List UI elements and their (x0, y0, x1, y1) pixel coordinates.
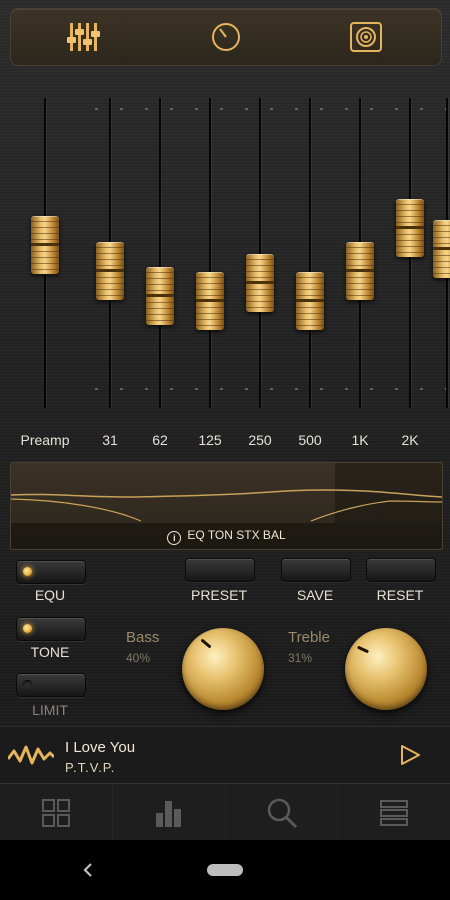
back-icon[interactable] (78, 860, 98, 880)
band-31[interactable] (85, 98, 135, 408)
band-500[interactable] (285, 98, 335, 408)
tone-led (23, 624, 32, 633)
reset-button[interactable] (366, 558, 436, 582)
slider-knob[interactable] (196, 272, 224, 330)
equalizer-app: Preamp 31 62 125 250 500 1K 2K i EQ TON S… (0, 0, 450, 841)
treble-knob-indicator (356, 645, 370, 654)
speaker-icon[interactable] (349, 21, 383, 53)
eq-curve-panel[interactable]: i EQ TON STX BAL (10, 462, 443, 550)
limit-label: LIMIT (32, 702, 68, 718)
bottom-tab-bar (0, 783, 450, 841)
slider-rail (209, 98, 211, 408)
grid-icon (42, 799, 70, 827)
equ-label: EQU (34, 587, 66, 603)
reset-label: RESET (376, 587, 424, 603)
tab-equalizer[interactable] (112, 784, 225, 841)
slider-knob[interactable] (96, 242, 124, 300)
preset-label: PRESET (190, 587, 247, 603)
limit-toggle-button[interactable] (16, 673, 86, 697)
slider-knob[interactable] (396, 199, 424, 257)
equ-toggle-button[interactable] (16, 560, 86, 584)
slider-rail (309, 98, 311, 408)
band-label-2k: 2K (401, 432, 419, 448)
limit-led (23, 680, 32, 689)
band-preamp[interactable] (20, 98, 70, 408)
treble-knob[interactable] (345, 628, 427, 710)
slider-knob[interactable] (31, 216, 59, 274)
bar-chart-icon (156, 801, 181, 827)
curve-info-text: EQ TON STX BAL (187, 528, 286, 542)
slider-rail (159, 98, 161, 408)
band-250[interactable] (235, 98, 285, 408)
band-125[interactable] (185, 98, 235, 408)
tone-toggle-button[interactable] (16, 617, 86, 641)
play-icon[interactable] (398, 743, 422, 767)
bass-knob[interactable] (182, 628, 264, 710)
tab-library[interactable] (0, 784, 112, 841)
info-icon: i (167, 531, 182, 545)
tab-search[interactable] (225, 784, 338, 841)
top-tab-bar (10, 8, 442, 66)
song-artist: P.T.V.P. (65, 760, 116, 775)
slider-knob[interactable] (346, 242, 374, 300)
eq-sliders: Preamp 31 62 125 250 500 1K 2K (0, 80, 450, 460)
equalizer-icon[interactable] (67, 21, 101, 53)
slider-knob[interactable] (146, 267, 174, 325)
preset-button[interactable] (185, 558, 255, 582)
band-1k[interactable] (335, 98, 385, 408)
slider-knob[interactable] (296, 272, 324, 330)
now-playing-bar[interactable]: I Love You P.T.V.P. (0, 726, 450, 783)
slider-knob[interactable] (433, 220, 450, 278)
band-label-preamp: Preamp (20, 432, 70, 448)
bass-knob-indicator (200, 638, 212, 649)
save-label: SAVE (296, 587, 334, 603)
curve-info[interactable]: i EQ TON STX BAL (11, 528, 442, 545)
band-62[interactable] (135, 98, 185, 408)
waveform-icon (8, 745, 54, 765)
treble-title: Treble (288, 629, 330, 646)
tab-menu[interactable] (337, 784, 450, 841)
song-title: I Love You (65, 739, 136, 756)
treble-value: 31% (288, 651, 313, 665)
eq-curve-graph (11, 489, 442, 522)
slider-rail (259, 98, 261, 408)
tone-label: TONE (30, 644, 70, 660)
knob-icon[interactable] (209, 21, 243, 53)
equ-led (23, 567, 32, 576)
home-pill[interactable] (207, 864, 243, 876)
save-button[interactable] (281, 558, 351, 582)
bass-value: 40% (126, 651, 151, 665)
system-nav-bar (0, 840, 450, 900)
search-icon (267, 798, 298, 829)
bass-title: Bass (126, 629, 160, 646)
band-partial[interactable] (422, 98, 450, 408)
list-icon (380, 800, 408, 826)
slider-knob[interactable] (246, 254, 274, 312)
